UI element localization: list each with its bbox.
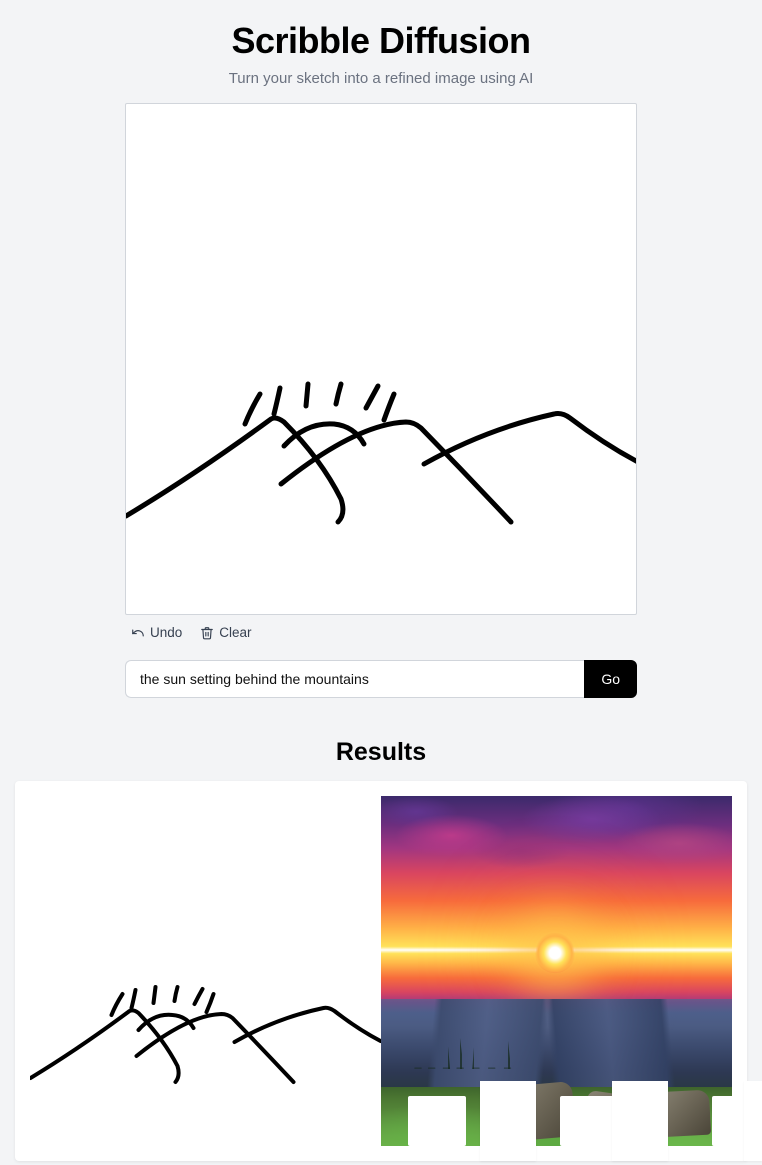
page-subtitle: Turn your sketch into a refined image us…	[121, 70, 641, 87]
prompt-row: Go	[125, 660, 637, 698]
results-heading: Results	[0, 738, 762, 767]
thumbnail[interactable]	[744, 1081, 762, 1161]
thumbnail[interactable]	[612, 1081, 668, 1161]
result-sketch-drawing	[30, 796, 381, 1146]
result-sketch	[30, 796, 381, 1146]
sketch-drawing	[126, 104, 637, 615]
clear-button[interactable]: Clear	[200, 625, 251, 640]
page-title: Scribble Diffusion	[121, 20, 641, 62]
thumbnail[interactable]	[480, 1081, 536, 1161]
go-button[interactable]: Go	[584, 660, 637, 698]
trash-icon	[200, 626, 214, 640]
sketch-canvas[interactable]	[125, 103, 637, 615]
undo-label: Undo	[150, 625, 182, 640]
canvas-actions: Undo Clear	[121, 615, 641, 640]
thumbnail[interactable]	[408, 1096, 466, 1146]
undo-icon	[131, 626, 145, 640]
clear-label: Clear	[219, 625, 251, 640]
overflow-thumbnails	[480, 1081, 762, 1161]
undo-button[interactable]: Undo	[131, 625, 182, 640]
prompt-input[interactable]	[125, 660, 584, 698]
